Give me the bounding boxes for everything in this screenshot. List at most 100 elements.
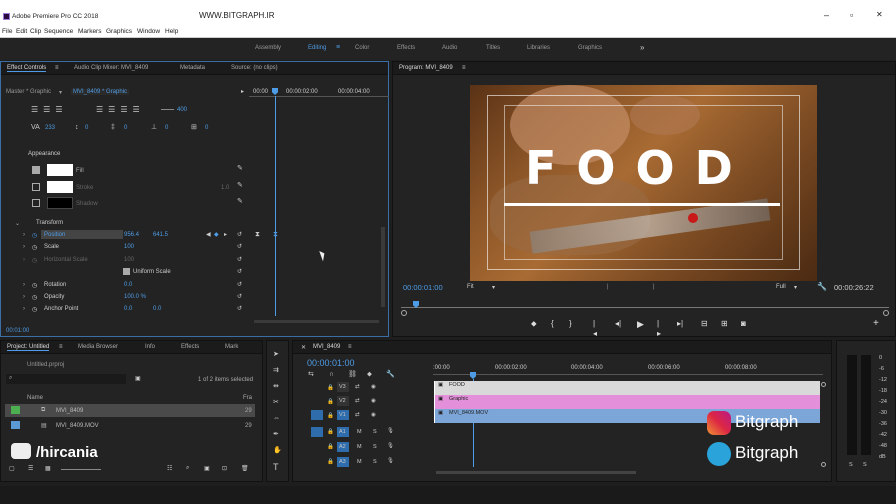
anchor-x-value[interactable]: 0.0 <box>124 306 132 312</box>
reset-icon[interactable]: ↺ <box>237 231 242 238</box>
menu-clip[interactable]: Clip <box>30 28 41 35</box>
workspace-effects[interactable]: Effects <box>397 45 415 51</box>
solo-button[interactable]: S <box>373 459 377 465</box>
reset-icon[interactable]: ↺ <box>237 256 242 263</box>
scroll-handle[interactable] <box>821 462 826 467</box>
stroke-width-value[interactable]: 1.0 <box>221 185 229 191</box>
stopwatch-icon[interactable]: ◷ <box>32 294 37 301</box>
minimize-button[interactable]: – <box>824 10 829 20</box>
workspace-assembly[interactable]: Assembly <box>255 45 281 51</box>
reset-icon[interactable]: ↺ <box>237 305 242 312</box>
tab-media-browser[interactable]: Media Browser <box>78 344 118 350</box>
stopwatch-icon[interactable]: ◷ <box>32 306 37 313</box>
lock-icon[interactable]: 🔒 <box>327 459 334 465</box>
eye-icon[interactable]: ◉ <box>371 384 376 390</box>
menu-help[interactable]: Help <box>165 28 178 35</box>
solo-button[interactable]: S <box>373 429 377 435</box>
dropdown-arrow-icon[interactable]: ▾ <box>492 284 495 291</box>
lift-icon[interactable]: ⊟ <box>701 319 708 329</box>
eyedropper-icon[interactable]: ✎ <box>237 182 243 190</box>
list-item[interactable]: MVI_8409.MOV <box>56 423 99 429</box>
extract-icon[interactable]: ⊞ <box>721 319 728 329</box>
menu-window[interactable]: Window <box>137 28 160 35</box>
add-marker-icon[interactable]: ⬥ <box>531 319 537 329</box>
quality-dropdown[interactable]: Full <box>776 284 786 290</box>
dropdown-arrow-icon[interactable]: ▾ <box>794 284 797 291</box>
expand-arrow-icon[interactable]: › <box>23 282 25 288</box>
scroll-handle[interactable] <box>821 382 826 387</box>
list-view-icon[interactable]: ☰ <box>28 465 33 472</box>
menu-file[interactable]: File <box>2 28 12 35</box>
marker-icon[interactable]: ⬥ <box>367 371 372 379</box>
stopwatch-icon[interactable]: ◷ <box>32 257 37 264</box>
sequence-menu-icon[interactable]: ≡ <box>348 344 352 350</box>
expand-arrow-icon[interactable]: › <box>23 294 25 300</box>
lock-icon[interactable]: 🔒 <box>327 399 334 405</box>
uniform-scale-checkbox[interactable] <box>123 268 130 275</box>
menu-markers[interactable]: Markers <box>78 28 101 35</box>
tab-project[interactable]: Project: Untitled <box>7 344 50 351</box>
leading-value[interactable]: 0 <box>124 125 127 131</box>
play-icon[interactable]: ▶ <box>637 319 644 329</box>
position-y-value[interactable]: 641.5 <box>153 232 168 238</box>
wrench-icon[interactable]: 🔧 <box>817 282 827 291</box>
slip-tool-icon[interactable]: ⇔ <box>273 415 280 423</box>
tab-effects[interactable]: Effects <box>181 344 199 350</box>
linked-selection-icon[interactable]: ⛓ <box>348 371 357 379</box>
source-patch-a1[interactable] <box>311 427 323 437</box>
video-frame[interactable]: FOOD <box>470 85 817 281</box>
snap-icon[interactable]: ∩ <box>329 371 334 379</box>
workspace-editing[interactable]: Editing <box>308 45 326 51</box>
tracking-value[interactable]: 233 <box>45 125 55 131</box>
prev-keyframe-icon[interactable]: ◀ <box>206 231 211 238</box>
program-scrub-bar[interactable] <box>401 307 889 308</box>
sync-lock-icon[interactable]: ⇄ <box>355 398 360 404</box>
play-only-icon[interactable]: ▸ <box>241 88 244 95</box>
workspace-overflow-icon[interactable]: » <box>640 43 644 52</box>
mute-button[interactable]: M <box>357 444 362 450</box>
kerning-value[interactable]: 0 <box>85 125 88 131</box>
maximize-button[interactable]: ▫ <box>850 10 853 20</box>
stopwatch-icon[interactable]: ◷ <box>32 244 37 251</box>
playhead-timecode[interactable]: 00:00:01:00 <box>403 283 443 292</box>
add-button-icon[interactable]: + <box>873 319 879 329</box>
close-button[interactable]: ✕ <box>876 10 883 19</box>
expand-arrow-icon[interactable]: › <box>23 232 25 238</box>
program-menu-icon[interactable]: ≡ <box>462 65 466 71</box>
mute-button[interactable]: M <box>357 429 362 435</box>
source-patch-v1[interactable] <box>311 410 323 420</box>
workspace-titles[interactable]: Titles <box>486 45 500 51</box>
lock-icon[interactable]: ▢ <box>9 465 15 472</box>
font-size-slider[interactable] <box>161 109 174 110</box>
zoom-handle[interactable] <box>401 310 407 316</box>
tab-source[interactable]: Source: (no clips) <box>231 65 278 71</box>
next-keyframe-icon[interactable]: ▸ <box>224 231 227 238</box>
keyframe-icon[interactable]: ⧗ <box>273 231 278 239</box>
list-item[interactable]: MVI_8409 <box>56 408 83 414</box>
lock-icon[interactable]: 🔒 <box>327 413 334 419</box>
fill-checkbox[interactable] <box>32 166 40 174</box>
zoom-handle[interactable] <box>883 310 889 316</box>
tab-audio-clip-mixer[interactable]: Audio Clip Mixer: MVI_8409 <box>74 65 148 71</box>
tab-program[interactable]: Program: MVI_8409 <box>399 65 453 71</box>
clip-selector[interactable]: MVI_8409 * Graphic <box>71 89 130 95</box>
icon-view-icon[interactable]: ▦ <box>45 465 51 472</box>
scale-value[interactable]: 100 <box>124 244 134 250</box>
razor-tool-icon[interactable]: ✂ <box>273 399 279 407</box>
fit-dropdown[interactable]: Fit <box>467 284 474 290</box>
lock-icon[interactable]: 🔒 <box>327 429 334 435</box>
lock-icon[interactable]: 🔒 <box>327 385 334 391</box>
stopwatch-icon[interactable]: ◷ <box>32 232 37 239</box>
shadow-checkbox[interactable] <box>32 199 40 207</box>
go-to-in-icon[interactable]: |◂ <box>593 319 597 339</box>
eye-icon[interactable]: ◉ <box>371 412 376 418</box>
tsume-value[interactable]: 0 <box>205 125 208 131</box>
new-item-icon[interactable]: ⊡ <box>222 465 227 472</box>
selection-tool-icon[interactable]: ➤ <box>273 351 279 359</box>
hand-tool-icon[interactable]: ✋ <box>273 447 282 455</box>
step-back-icon[interactable]: ◂| <box>615 319 621 329</box>
close-tab-icon[interactable]: ✕ <box>301 344 306 351</box>
overlay-title-text[interactable]: FOOD <box>525 143 753 193</box>
eye-icon[interactable]: ◉ <box>371 398 376 404</box>
menu-graphics[interactable]: Graphics <box>106 28 132 35</box>
